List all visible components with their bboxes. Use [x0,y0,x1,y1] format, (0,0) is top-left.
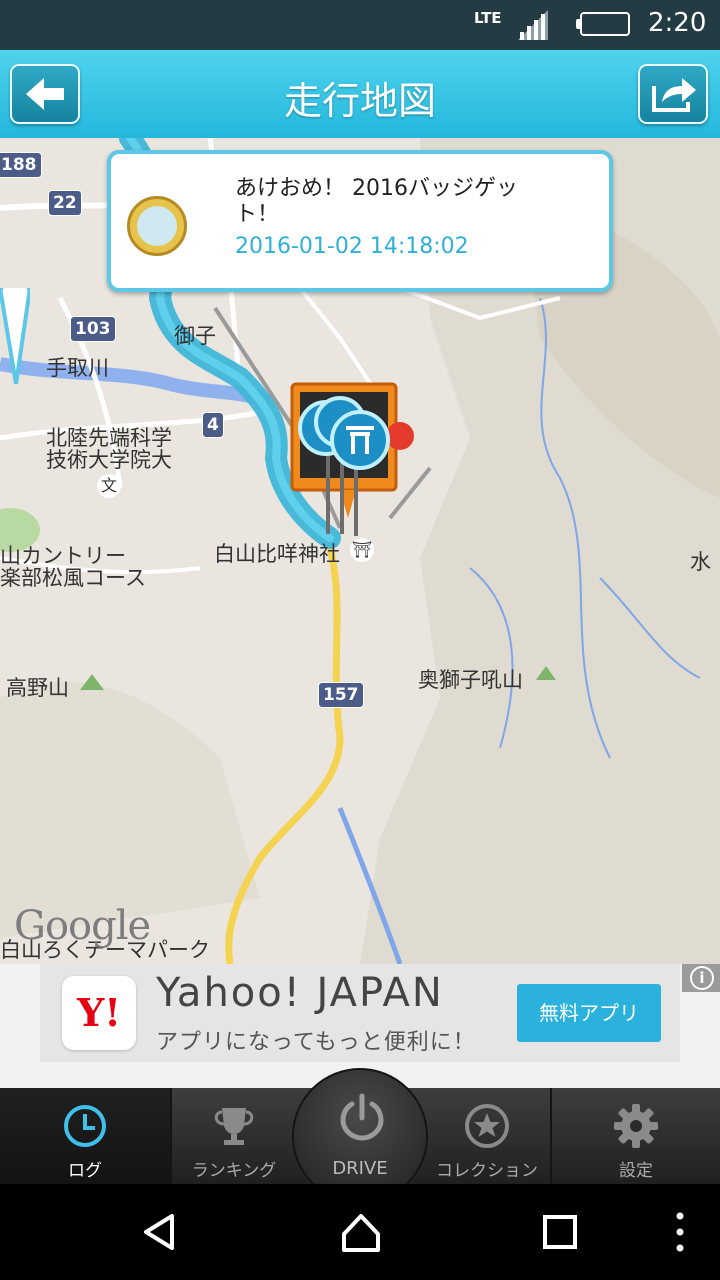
badge-popup[interactable]: あけおめ！ 2016バッジゲット！ 2016-01-02 14:18:02 [107,150,613,292]
map-label-shrine: 白山比咩神社 [214,542,340,566]
map-label-mizu: 水 [690,550,711,574]
shrine-icon: ⛩ [350,538,374,562]
tab-collection[interactable]: コレクション [424,1088,550,1184]
signal-icon [518,10,548,40]
map-label-university-line2: 技術大学院大 [46,448,172,472]
route-shield-103: 103 [70,316,116,342]
more-options-icon[interactable] [670,1184,690,1280]
clock-icon [64,1105,106,1147]
info-icon: i [690,966,714,990]
popup-pointer [0,288,30,384]
school-icon: 文 [97,474,121,498]
route-shield-22: 22 [48,190,82,216]
app-header: 走行地図 [0,50,720,138]
ad-banner[interactable]: Y! Yahoo! JAPAN アプリになってもっと便利に！ 無料アプリ i [40,964,720,1062]
tab-settings-label: 設定 [619,1161,653,1181]
system-nav-bar [0,1184,720,1280]
share-button[interactable] [638,64,708,124]
ad-subtitle: アプリになってもっと便利に！ [156,1030,476,1055]
status-bar: LTE 57% 2:20 [0,0,720,50]
home-nav-icon[interactable] [340,1184,382,1280]
tab-ranking[interactable]: ランキング [172,1088,296,1184]
gear-icon [614,1104,658,1148]
network-type: LTE [474,9,502,27]
popup-title: あけおめ！ 2016バッジゲット！ [235,176,518,227]
tab-collection-label: コレクション [436,1161,538,1181]
map-label-tedori-river: 手取川 [46,356,109,380]
power-icon [340,1093,384,1141]
route-shield-4: 4 [202,412,224,438]
map-view[interactable]: 188 22 103 4 157 手取川 御子 北陸先端科学 技術大学院大 文 … [0,138,720,964]
ad-info-button[interactable]: i [682,964,720,992]
map-label-country-line2: 楽部松風コース [0,566,146,590]
tab-settings[interactable]: 設定 [552,1088,720,1184]
ad-app-name: Yahoo! JAPAN [156,970,444,1016]
route-shield-157: 157 [318,682,364,708]
route-shield-188: 188 [0,152,42,178]
popup-timestamp: 2016-01-02 14:18:02 [235,234,469,259]
map-label-mountain-takano: 高野山 [6,676,69,700]
battery-icon: 57% [580,12,630,36]
drive-label: DRIVE [332,1158,388,1179]
clock: 2:20 [648,8,707,38]
battery-percent: 57% [588,15,622,31]
tab-log-label: ログ [68,1161,102,1181]
google-logo: Google [14,903,151,949]
page-title: 走行地図 [283,79,436,123]
tab-ranking-label: ランキング [191,1161,277,1181]
map-label-gozenko: 御子 [174,324,216,348]
recents-nav-icon[interactable] [542,1184,578,1280]
badge-icon [127,196,187,256]
back-nav-icon[interactable] [140,1184,180,1280]
trophy-icon [214,1108,254,1145]
star-icon [465,1104,509,1148]
map-label-mountain-okujishiku: 奥獅子吼山 [418,668,523,692]
ad-install-button[interactable]: 無料アプリ [517,984,661,1042]
yahoo-logo: Y! [62,976,136,1050]
tab-log[interactable]: ログ [0,1088,170,1184]
share-icon [652,78,696,112]
